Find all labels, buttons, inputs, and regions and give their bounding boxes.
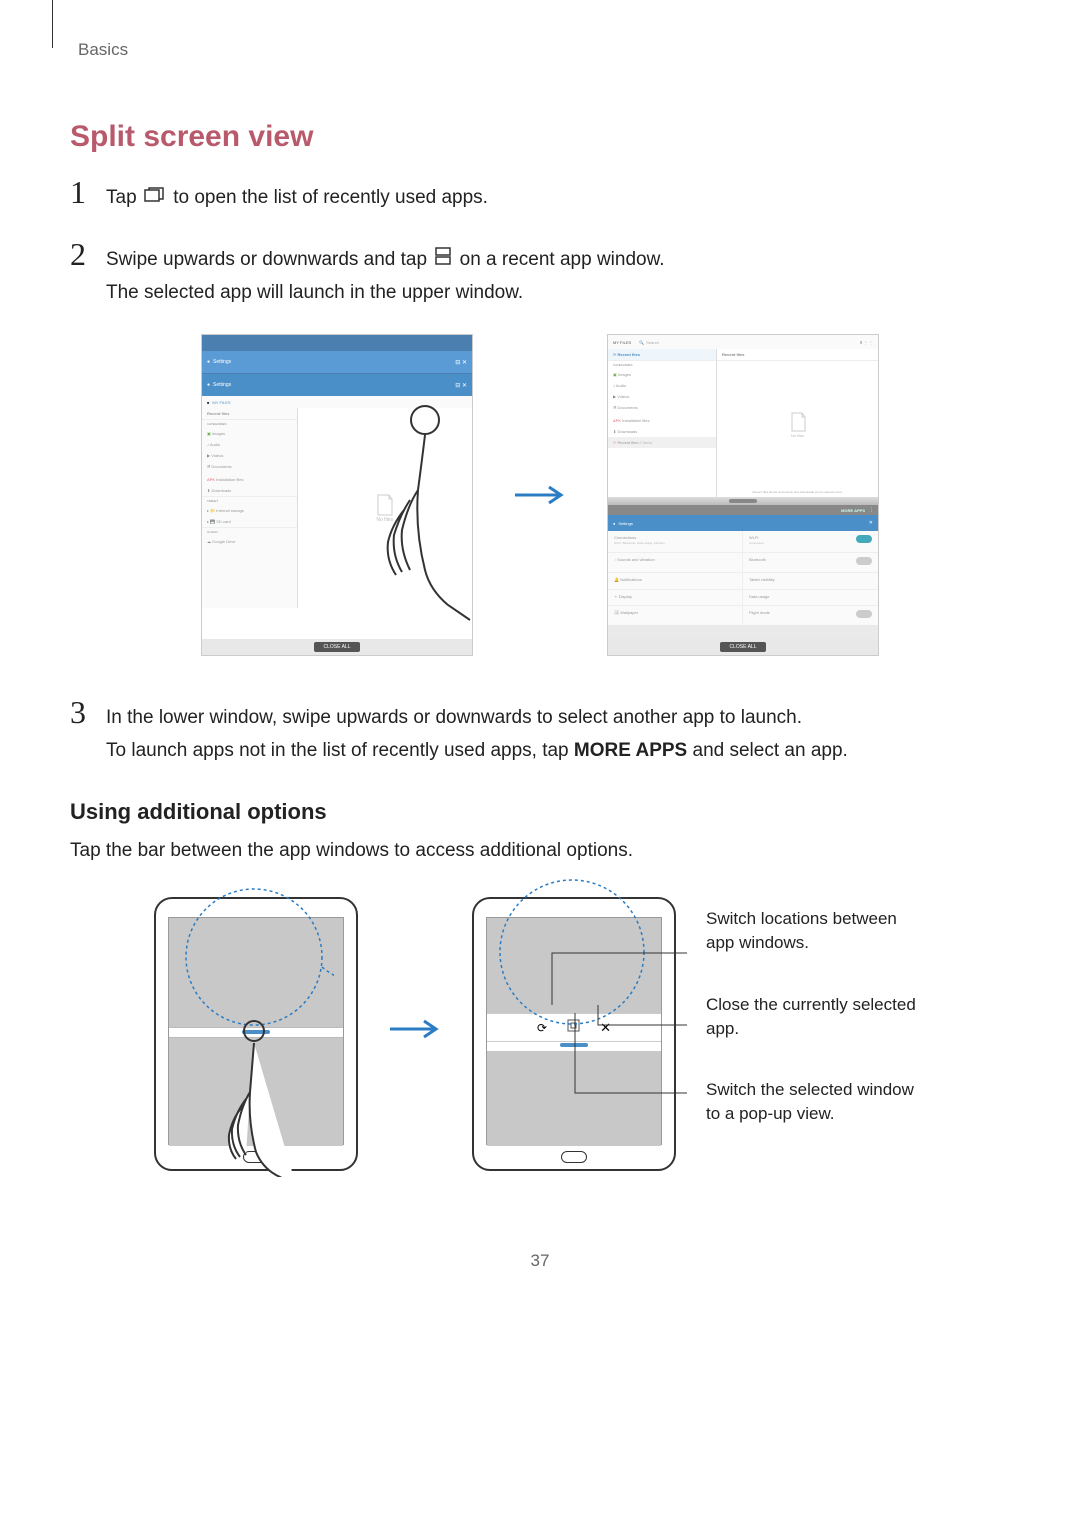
app-tab-label: Settings: [618, 521, 632, 526]
step-3: 3 In the lower window, swipe upwards or …: [70, 696, 1010, 767]
step-number: 2: [70, 238, 100, 270]
cat-downloads: Downloads: [211, 488, 231, 493]
cat-downloads: Downloads: [617, 429, 637, 434]
step-2-line2: The selected app will launch in the uppe…: [106, 277, 1010, 309]
app-tab-label: Settings: [213, 359, 231, 365]
close-icon[interactable]: ✕: [600, 1020, 611, 1036]
cat-audio: Audio: [616, 383, 626, 388]
step-3-line2-post: and select an app.: [687, 740, 848, 761]
recent-apps-icon: [144, 182, 166, 214]
split-screen-icon: [434, 244, 452, 276]
myfiles-label: MY FILES: [613, 340, 631, 345]
home-button-icon: [561, 1151, 587, 1163]
illustration-options: ⟳ ✕: [70, 897, 1010, 1171]
illustration-step2: ● Settings ⊟ ✕ ● Settings ⊟ ✕ ■ MY FILES…: [70, 334, 1010, 656]
more-apps-bold: MORE APPS: [574, 740, 687, 761]
annotation-switch: Switch locations between app windows.: [706, 907, 926, 955]
cat-install: Installation files: [216, 477, 243, 482]
popup-icon[interactable]: [567, 1019, 580, 1037]
step-number: 3: [70, 696, 100, 728]
step-2-text-pre: Swipe upwards or downwards and tap: [106, 250, 432, 271]
step-2-text-post: on a recent app window.: [460, 250, 665, 271]
close-all-button[interactable]: CLOSE ALL: [720, 642, 767, 652]
recent-files-label: Recent files: [617, 352, 639, 357]
page-number: 37: [70, 1251, 1010, 1271]
hand-gesture-icon: [330, 390, 473, 630]
cat-internal: Internal storage: [216, 508, 244, 513]
cat-audio: Audio: [210, 442, 220, 447]
hand-tap-icon: [214, 1017, 314, 1177]
step-1-text-post: to open the list of recently used apps.: [173, 187, 488, 208]
search-label: Search: [646, 340, 659, 345]
tablet-small-right: ⟳ ✕: [472, 897, 676, 1171]
step-3-line1: In the lower window, swipe upwards or do…: [106, 702, 1010, 734]
cat-sdcard: SD card: [216, 519, 230, 524]
cat-gdrive: Google Drive: [212, 539, 235, 544]
myfiles-label: MY FILES: [212, 400, 230, 405]
recent-files-label: Recent files: [202, 408, 297, 419]
step-number: 1: [70, 176, 100, 208]
step-2: 2 Swipe upwards or downwards and tap on …: [70, 238, 1010, 309]
step-1-text-pre: Tap: [106, 187, 142, 208]
recent-files-label: Recent files: [617, 440, 638, 445]
annotation-popup: Switch the selected window to a pop-up v…: [706, 1078, 926, 1126]
switch-icon[interactable]: ⟳: [537, 1021, 547, 1035]
cat-videos: Videos: [617, 394, 629, 399]
close-all-button[interactable]: CLOSE ALL: [314, 642, 361, 652]
arrow-right-icon: [388, 1017, 442, 1041]
arrow-right-icon: [513, 483, 567, 507]
cat-docs: Documents: [211, 464, 231, 469]
step-3-line2-pre: To launch apps not in the list of recent…: [106, 740, 574, 761]
cat-videos: Videos: [211, 453, 223, 458]
page-title: Split screen view: [70, 120, 1010, 154]
subheading: Using additional options: [70, 799, 1010, 825]
annotation-close: Close the currently selected app.: [706, 993, 926, 1041]
app-tab-label: Settings: [213, 382, 231, 388]
cat-install: Installation files: [622, 418, 649, 423]
file-icon: [789, 411, 807, 433]
cat-images: Images: [212, 431, 225, 436]
step-1: 1 Tap to open the list of recently used …: [70, 176, 1010, 214]
tablet-left: ● Settings ⊟ ✕ ● Settings ⊟ ✕ ■ MY FILES…: [201, 334, 473, 656]
more-apps-button[interactable]: MORE APPS: [841, 508, 865, 513]
subtext: Tap the bar between the app windows to a…: [70, 835, 1010, 867]
cat-images: Images: [618, 372, 631, 377]
cat-docs: Documents: [617, 405, 637, 410]
recent-files-header: Recent files: [717, 349, 878, 361]
no-files-label: No files: [791, 433, 804, 438]
breadcrumb: Basics: [78, 40, 1010, 60]
tablet-right: MY FILES 🔍 Search ⬆ ⋮ ⋮ ⟳ Recent files C…: [607, 334, 879, 656]
